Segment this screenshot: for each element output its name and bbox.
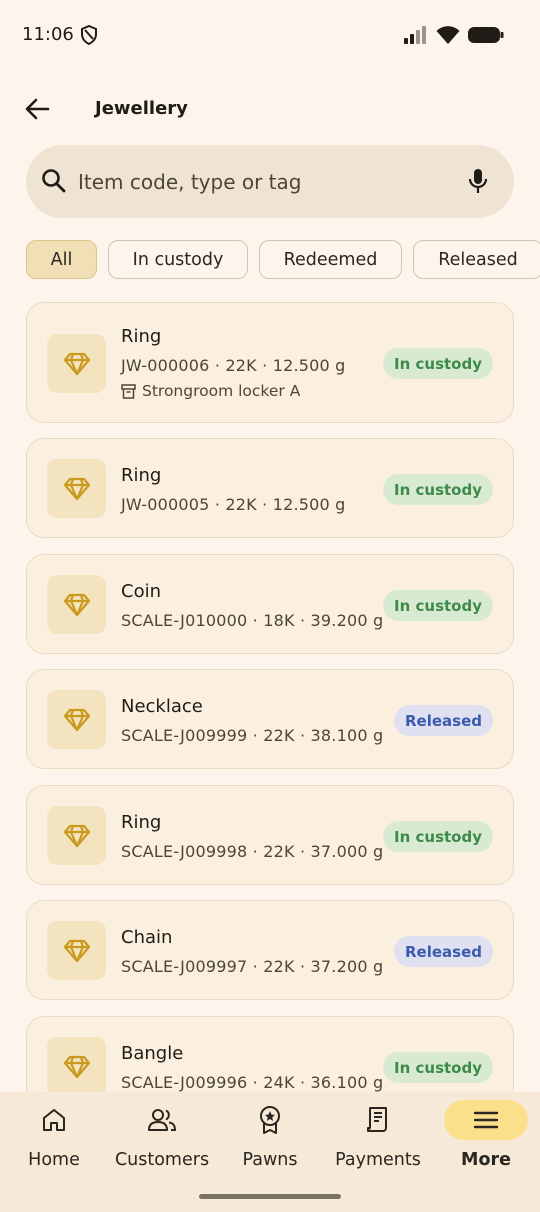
item-thumbnail <box>47 334 106 393</box>
nav-label: More <box>461 1150 511 1170</box>
nav-icon-container <box>444 1100 528 1140</box>
list-item[interactable]: Ring JW-000006 · 22K · 12.500 g Strongro… <box>26 302 514 423</box>
home-indicator <box>199 1194 341 1199</box>
item-name: Coin <box>121 581 161 602</box>
item-name: Necklace <box>121 696 203 717</box>
filter-chip-in-custody[interactable]: In custody <box>108 240 248 279</box>
item-location-label: Strongroom locker A <box>142 382 301 400</box>
item-meta: SCALE-J009999 · 22K · 38.100 g <box>121 726 384 745</box>
status-indicators <box>404 26 504 44</box>
nav-icon-container <box>12 1100 96 1140</box>
chip-label: Redeemed <box>283 249 378 270</box>
nav-pawns[interactable]: Pawns <box>228 1092 312 1182</box>
item-thumbnail <box>47 690 106 749</box>
item-meta: SCALE-J010000 · 18K · 39.200 g <box>121 611 384 630</box>
item-meta: SCALE-J009997 · 22K · 37.200 g <box>121 957 384 976</box>
item-meta: SCALE-J009996 · 24K · 36.100 g <box>121 1073 384 1092</box>
item-thumbnail <box>47 806 106 865</box>
nav-customers[interactable]: Customers <box>110 1092 214 1182</box>
item-meta: SCALE-J009998 · 22K · 37.000 g <box>121 842 384 861</box>
status-badge: In custody <box>383 1052 493 1083</box>
page-title: Jewellery <box>95 98 188 119</box>
item-name: Chain <box>121 927 173 948</box>
search-input[interactable] <box>78 164 448 200</box>
nav-label: Home <box>28 1150 80 1170</box>
menu-icon <box>473 1111 499 1129</box>
battery-icon <box>468 27 504 43</box>
diamond-icon <box>63 352 90 375</box>
nav-icon-container <box>228 1100 312 1140</box>
filter-chip-released[interactable]: Released <box>413 240 540 279</box>
nav-label: Customers <box>114 1150 210 1170</box>
item-name: Bangle <box>121 1043 184 1064</box>
list-item[interactable]: Necklace SCALE-J009999 · 22K · 38.100 g … <box>26 669 514 769</box>
chip-label: All <box>50 249 73 270</box>
item-meta: JW-000006 · 22K · 12.500 g <box>121 356 346 375</box>
filter-chip-redeemed[interactable]: Redeemed <box>259 240 402 279</box>
item-meta: JW-000005 · 22K · 12.500 g <box>121 495 346 514</box>
pawns-icon <box>260 1106 280 1134</box>
diamond-icon <box>63 1055 90 1078</box>
item-thumbnail <box>47 1037 106 1092</box>
list-item[interactable]: Bangle SCALE-J009996 · 24K · 36.100 g In… <box>26 1016 514 1092</box>
item-thumbnail <box>47 575 106 634</box>
nav-payments[interactable]: Payments <box>328 1092 428 1182</box>
item-thumbnail <box>47 459 106 518</box>
status-badge: In custody <box>383 590 493 621</box>
nav-icon-container <box>336 1100 420 1140</box>
status-badge: Released <box>394 705 493 736</box>
chip-label: Released <box>438 249 518 270</box>
list-item[interactable]: Chain SCALE-J009997 · 22K · 37.200 g Rel… <box>26 900 514 1000</box>
jewellery-list: Ring JW-000006 · 22K · 12.500 g Strongro… <box>26 302 514 1092</box>
customers-icon <box>148 1109 177 1131</box>
signal-icon <box>404 26 426 44</box>
status-time: 11:06 <box>22 24 74 45</box>
status-bar: 11:06 <box>0 0 540 70</box>
payments-icon <box>367 1107 387 1132</box>
diamond-icon <box>63 593 90 616</box>
diamond-icon <box>63 708 90 731</box>
wifi-icon <box>436 26 460 44</box>
status-badge: In custody <box>383 821 493 852</box>
nav-label: Payments <box>335 1150 421 1170</box>
item-location: Strongroom locker A <box>121 382 300 400</box>
storage-box-icon <box>121 383 136 399</box>
mic-icon[interactable] <box>464 167 492 195</box>
item-name: Ring <box>121 465 162 486</box>
status-badge: In custody <box>383 474 493 505</box>
list-item[interactable]: Ring JW-000005 · 22K · 12.500 g In custo… <box>26 438 514 538</box>
filter-chip-all[interactable]: All <box>26 240 97 279</box>
back-button[interactable] <box>18 90 56 128</box>
item-name: Ring <box>121 326 162 347</box>
diamond-icon <box>63 824 90 847</box>
list-item[interactable]: Coin SCALE-J010000 · 18K · 39.200 g In c… <box>26 554 514 654</box>
chip-label: In custody <box>132 249 224 270</box>
nav-icon-container <box>120 1100 204 1140</box>
app-bar: Jewellery <box>0 84 540 132</box>
shield-icon <box>81 25 97 45</box>
diamond-icon <box>63 939 90 962</box>
home-icon <box>43 1109 65 1131</box>
arrow-back-icon <box>25 98 50 120</box>
search-bar[interactable] <box>26 145 514 218</box>
nav-more[interactable]: More <box>444 1092 528 1182</box>
diamond-icon <box>63 477 90 500</box>
filter-chips: All In custody Redeemed Released <box>26 240 540 280</box>
status-badge: Released <box>394 936 493 967</box>
item-name: Ring <box>121 812 162 833</box>
status-badge: In custody <box>383 348 493 379</box>
search-icon <box>42 169 66 193</box>
list-item[interactable]: Ring SCALE-J009998 · 22K · 37.000 g In c… <box>26 785 514 885</box>
item-thumbnail <box>47 921 106 980</box>
nav-label: Pawns <box>242 1150 298 1170</box>
nav-home[interactable]: Home <box>12 1092 96 1182</box>
